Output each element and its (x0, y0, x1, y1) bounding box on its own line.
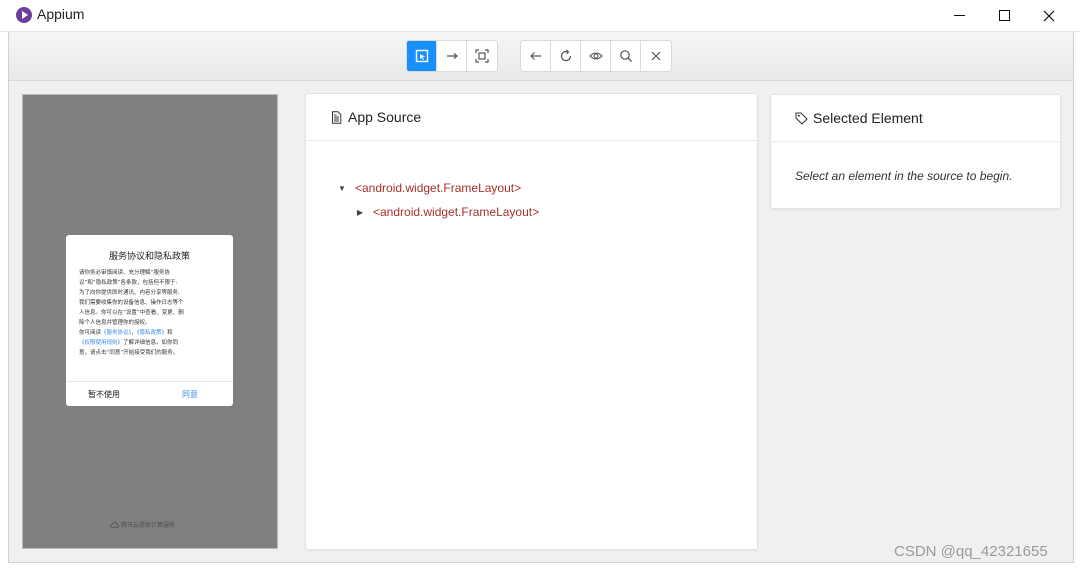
mode-button-group (406, 40, 498, 72)
swipe-mode-button[interactable] (437, 41, 467, 71)
dialog-line: 意，请点击“同意”开始接受我们的服务。 (79, 350, 179, 356)
selected-element-header: Selected Element (771, 95, 1060, 142)
select-elements-button[interactable] (407, 41, 437, 71)
cloud-icon (110, 521, 119, 528)
caret-right-icon[interactable]: ▶ (356, 208, 364, 217)
quit-session-button[interactable] (641, 41, 671, 71)
tree-node-label[interactable]: <android.widget.FrameLayout> (373, 205, 539, 219)
tree-node[interactable]: ▼ <android.widget.FrameLayout> (338, 181, 521, 195)
appium-logo-icon (16, 7, 32, 23)
device-screenshot[interactable]: 服务协议和隐私政策 请你务必审慎阅读、充分理解“服务协 议”和“隐私政策”各条款… (22, 94, 278, 549)
search-icon (619, 50, 632, 62)
dialog-line: 你可阅读《服务协议》，《隐私政策》和 (79, 330, 173, 336)
window-title: Appium (37, 6, 85, 22)
minimize-icon (953, 15, 965, 16)
action-button-group (520, 40, 672, 72)
selected-element-panel: Selected Element Select an element in th… (770, 94, 1061, 209)
select-elements-icon (415, 49, 428, 63)
tap-coordinates-button[interactable] (467, 41, 497, 71)
device-footer-text: 腾讯云提供计算服务 (121, 522, 176, 529)
refresh-button[interactable] (551, 41, 581, 71)
agree-button[interactable]: 同意 (182, 389, 198, 400)
service-agreement-link[interactable]: 《服务协议》 (101, 330, 131, 336)
tree-node-label[interactable]: <android.widget.FrameLayout> (355, 181, 521, 195)
dialog-line: 人信息。你可以在“设置”中查看、变更、删 (79, 310, 184, 316)
inspector-body: 服务协议和隐私政策 请你务必审慎阅读、充分理解“服务协 议”和“隐私政策”各条款… (8, 32, 1074, 563)
close-window-button[interactable] (1026, 0, 1072, 31)
minimize-button[interactable] (936, 0, 982, 31)
refresh-icon (560, 49, 571, 62)
window-titlebar: Appium (0, 0, 1080, 32)
dialog-line: 《权限使用规则》了解详细信息。如你同 (79, 340, 179, 346)
dialog-line: 为了向你提供即时通讯、内容分享等服务, (79, 290, 180, 296)
dialog-body: 请你务必审慎阅读、充分理解“服务协 议”和“隐私政策”各条款，包括但不限于: 为… (79, 268, 224, 358)
selected-element-hint: Select an element in the source to begin… (795, 169, 1013, 183)
watermark: CSDN @qq_42321655 (894, 543, 1048, 560)
search-button[interactable] (611, 41, 641, 71)
eye-icon (588, 52, 603, 60)
app-source-panel: App Source ▼ <android.widget.FrameLayout… (305, 93, 758, 550)
dialog-line: 我们需要收集你的设备信息、操作日志等个 (79, 300, 184, 306)
maximize-button[interactable] (981, 0, 1027, 31)
privacy-dialog: 服务协议和隐私政策 请你务必审慎阅读、充分理解“服务协 议”和“隐私政策”各条款… (66, 235, 233, 406)
app-source-header: App Source (306, 94, 757, 141)
dialog-line: 议”和“隐私政策”各条款，包括但不限于: (79, 280, 178, 286)
decline-button[interactable]: 暂不使用 (88, 389, 120, 400)
toggle-visibility-button[interactable] (581, 41, 611, 71)
back-arrow-icon (529, 52, 541, 60)
privacy-policy-link[interactable]: 《隐私政策》 (137, 330, 167, 336)
tap-by-coordinates-icon (475, 49, 489, 63)
dialog-footer: 暂不使用 同意 (66, 381, 233, 407)
device-footer: 腾讯云提供计算服务 (110, 520, 175, 529)
tree-node[interactable]: ▶ <android.widget.FrameLayout> (356, 205, 539, 219)
file-text-icon (332, 110, 342, 124)
dialog-line: 请你务必审慎阅读、充分理解“服务协 (79, 270, 170, 276)
caret-down-icon[interactable]: ▼ (338, 184, 346, 193)
maximize-icon (998, 10, 1010, 21)
toolbar (9, 32, 1073, 81)
close-icon (1043, 10, 1055, 21)
back-button[interactable] (521, 41, 551, 71)
dialog-title: 服务协议和隐私政策 (108, 252, 190, 262)
permission-rules-link[interactable]: 《权限使用规则》 (79, 340, 123, 346)
dialog-line: 除个人信息并管理你的授权。 (79, 320, 151, 326)
swipe-arrow-icon (446, 53, 458, 59)
tag-icon (795, 112, 808, 125)
app-source-title: App Source (348, 109, 422, 125)
selected-element-title: Selected Element (813, 110, 923, 126)
close-icon (651, 51, 661, 61)
